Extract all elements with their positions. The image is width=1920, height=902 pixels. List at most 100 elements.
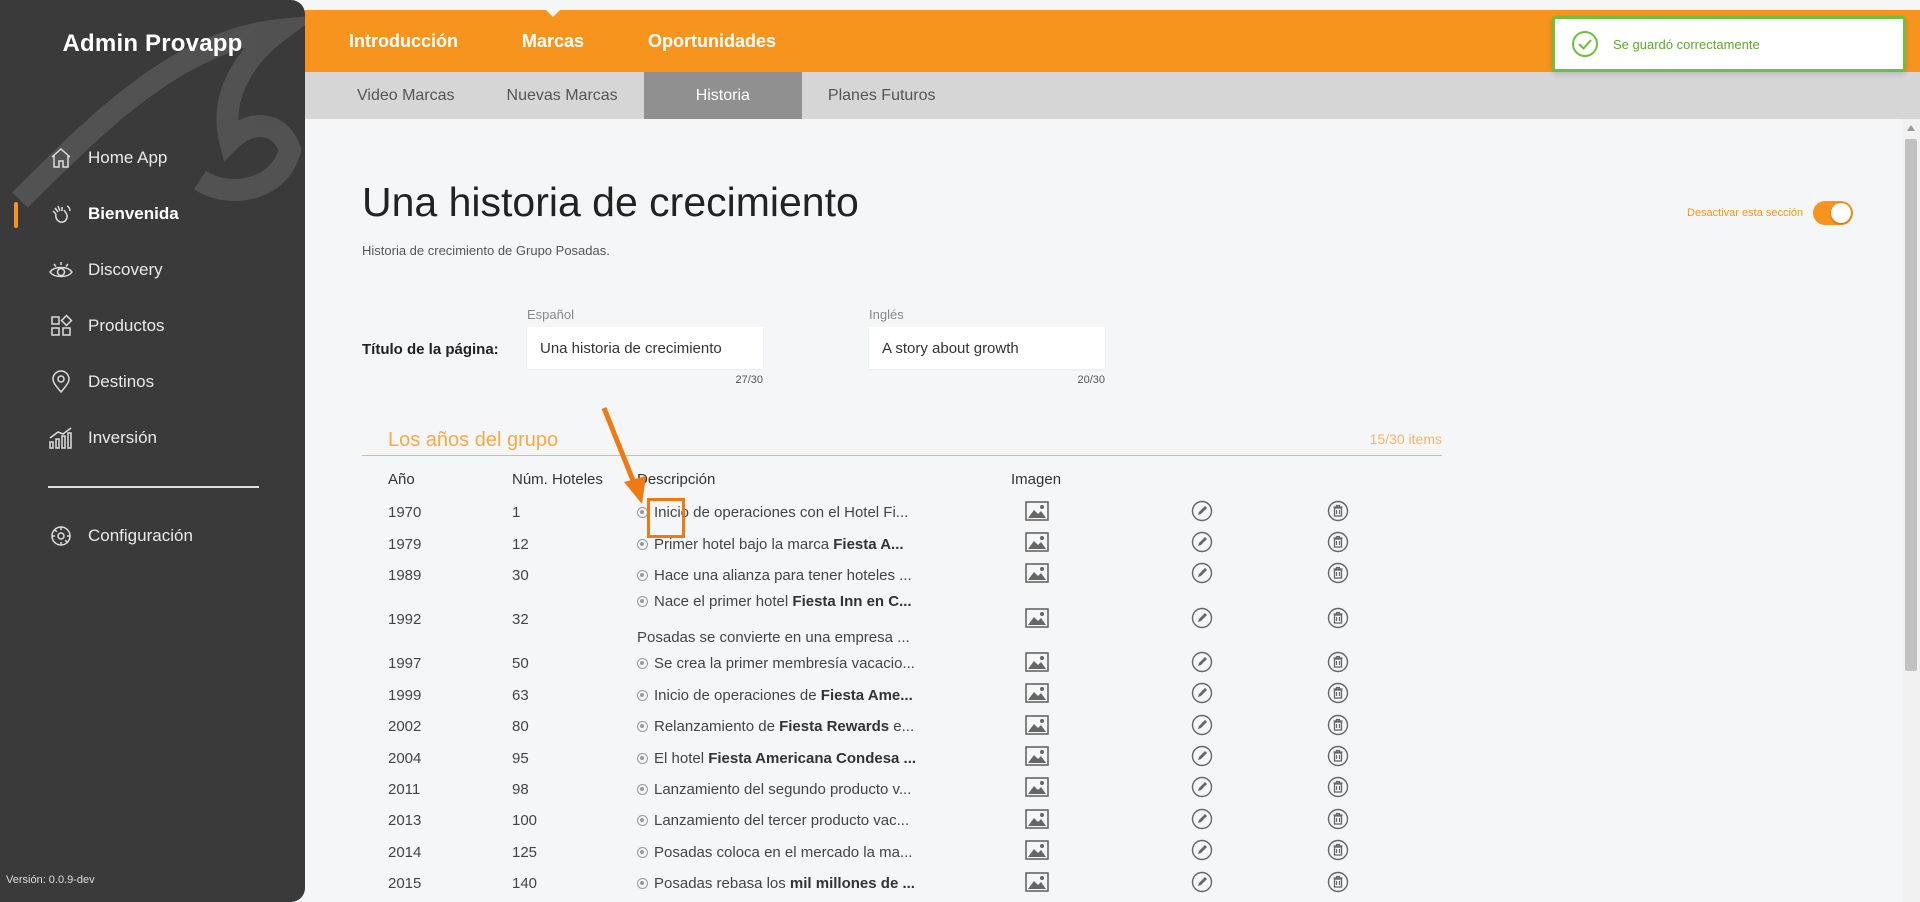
image-icon[interactable] xyxy=(1025,532,1049,552)
edit-pencil-icon[interactable] xyxy=(1191,607,1213,629)
sidebar-item-bienvenida[interactable]: Bienvenida xyxy=(0,186,305,242)
trash-icon[interactable] xyxy=(1327,776,1349,798)
cell-image xyxy=(1011,652,1161,676)
cell-description: Posadas coloca en el mercado la ma... xyxy=(637,844,1011,861)
toggle-knob xyxy=(1831,203,1852,223)
cell-image xyxy=(1011,746,1161,770)
sidebar: Admin Provapp Home App Bienvenida Discov… xyxy=(0,0,305,902)
table-row: 1979 12 Primer hotel bajo la marca Fiesta … xyxy=(362,528,1442,559)
trash-icon[interactable] xyxy=(1327,808,1349,830)
drag-handle-icon[interactable] xyxy=(637,878,648,890)
sidebar-item-inversion[interactable]: Inversión xyxy=(0,410,305,466)
image-icon[interactable] xyxy=(1025,809,1049,829)
description-line: Posadas rebasa los mil millones de ... xyxy=(637,875,933,892)
drag-handle-icon[interactable] xyxy=(637,569,648,581)
edit-pencil-icon[interactable] xyxy=(1191,871,1213,893)
cell-year: 2013 xyxy=(388,812,422,830)
description-line: Relanzamiento de Fiesta Rewards e... xyxy=(637,718,933,735)
app-root: Admin Provapp Home App Bienvenida Discov… xyxy=(0,0,1920,902)
subtab-nuevas-marcas[interactable]: Nuevas Marcas xyxy=(481,72,644,119)
years-table: Año Núm. Hoteles Descripción Imagen 1970… xyxy=(362,461,1442,899)
cell-description: Relanzamiento de Fiesta Rewards e... xyxy=(637,718,1011,735)
drag-handle-icon[interactable] xyxy=(637,596,648,608)
trash-icon[interactable] xyxy=(1327,651,1349,673)
trash-icon[interactable] xyxy=(1327,714,1349,736)
cell-edit xyxy=(1161,839,1297,865)
description-text: Posadas rebasa los mil millones de ... xyxy=(654,875,915,892)
spanish-title-input[interactable] xyxy=(527,327,763,369)
image-icon[interactable] xyxy=(1025,871,1049,892)
description-segment: Lanzamiento del tercer producto vac... xyxy=(654,812,910,830)
subtab-video-marcas[interactable]: Video Marcas xyxy=(305,72,481,119)
sidebar-item-productos[interactable]: Productos xyxy=(0,298,305,354)
drag-handle-icon[interactable] xyxy=(637,783,648,795)
edit-pencil-icon[interactable] xyxy=(1191,682,1213,704)
drag-handle-icon[interactable] xyxy=(637,846,648,858)
trash-icon[interactable] xyxy=(1327,562,1349,584)
description-segment: Inicio de operaciones con el Hotel Fi... xyxy=(654,504,909,522)
trash-icon[interactable] xyxy=(1327,607,1349,629)
description-text: Posadas se convierte en una empresa ... xyxy=(637,629,910,647)
edit-pencil-icon[interactable] xyxy=(1191,839,1213,861)
image-icon[interactable] xyxy=(1025,607,1049,628)
image-icon[interactable] xyxy=(1025,777,1049,798)
drag-handle-icon[interactable] xyxy=(637,815,648,827)
drag-handle-icon[interactable] xyxy=(637,658,648,670)
drag-handle-icon[interactable] xyxy=(637,689,648,701)
image-icon[interactable] xyxy=(1025,746,1049,766)
english-title-input[interactable] xyxy=(869,327,1105,369)
edit-pencil-icon[interactable] xyxy=(1191,531,1213,553)
trash-icon[interactable] xyxy=(1327,839,1349,861)
sidebar-item-discovery[interactable]: Discovery xyxy=(0,242,305,298)
annotation-highlight-box xyxy=(647,498,685,538)
cell-description: Nace el primer hotel Fiesta Inn en C... P… xyxy=(637,591,1011,648)
trash-icon[interactable] xyxy=(1327,500,1349,522)
scrollbar-thumb[interactable] xyxy=(1905,139,1917,671)
table-row: 2002 80 Relanzamiento de Fiesta Rewards e.… xyxy=(362,711,1442,742)
table-row: 2013 100 Lanzamiento del tercer producto v… xyxy=(362,805,1442,836)
sidebar-item-configuracion[interactable]: Configuración xyxy=(0,508,305,564)
table-row: 1989 30 Hace una alianza para tener hotele… xyxy=(362,560,1442,591)
drag-handle-icon[interactable] xyxy=(637,538,648,550)
trash-icon[interactable] xyxy=(1327,682,1349,704)
sidebar-item-destinos[interactable]: Destinos xyxy=(0,354,305,410)
image-icon[interactable] xyxy=(1025,683,1049,704)
tab-introduccion[interactable]: Introducción xyxy=(349,31,458,52)
tab-oportunidades[interactable]: Oportunidades xyxy=(648,31,776,52)
image-icon[interactable] xyxy=(1025,714,1049,735)
edit-pencil-icon[interactable] xyxy=(1191,808,1213,830)
drag-handle-icon[interactable] xyxy=(637,721,648,733)
tab-marcas[interactable]: Marcas xyxy=(522,8,584,52)
trash-icon[interactable] xyxy=(1327,745,1349,767)
image-icon[interactable] xyxy=(1025,500,1049,521)
trash-icon[interactable] xyxy=(1327,531,1349,553)
cell-delete xyxy=(1297,531,1357,557)
edit-pencil-icon[interactable] xyxy=(1191,562,1213,584)
edit-pencil-icon[interactable] xyxy=(1191,714,1213,736)
drag-handle-icon[interactable] xyxy=(637,752,648,764)
sidebar-item-home-app[interactable]: Home App xyxy=(0,130,305,186)
cell-image xyxy=(1011,683,1161,707)
grid-icon xyxy=(48,313,74,339)
edit-pencil-icon[interactable] xyxy=(1191,745,1213,767)
description-line: Inicio de operaciones de Fiesta Ame... xyxy=(637,687,933,704)
subtab-historia[interactable]: Historia xyxy=(643,72,802,119)
image-icon[interactable] xyxy=(1025,563,1049,584)
sidebar-item-label: Configuración xyxy=(88,526,193,545)
image-icon[interactable] xyxy=(1025,652,1049,672)
scroll-up-icon[interactable] xyxy=(1907,125,1915,131)
vertical-scrollbar[interactable] xyxy=(1902,119,1920,902)
section-toggle[interactable] xyxy=(1813,201,1854,225)
title-field-label: Título de la página: xyxy=(362,341,499,358)
edit-pencil-icon[interactable] xyxy=(1191,651,1213,673)
edit-pencil-icon[interactable] xyxy=(1191,500,1213,522)
subtab-planes-futuros[interactable]: Planes Futuros xyxy=(802,72,962,119)
description-segment: Posadas coloca en el mercado la ma... xyxy=(654,843,913,861)
trash-icon[interactable] xyxy=(1327,871,1349,893)
edit-pencil-icon[interactable] xyxy=(1191,776,1213,798)
image-icon[interactable] xyxy=(1025,840,1049,861)
description-text: Nace el primer hotel Fiesta Inn en C... xyxy=(654,593,912,610)
description-segment: El hotel xyxy=(654,749,709,767)
cell-delete xyxy=(1297,651,1357,677)
cell-edit xyxy=(1161,562,1297,588)
